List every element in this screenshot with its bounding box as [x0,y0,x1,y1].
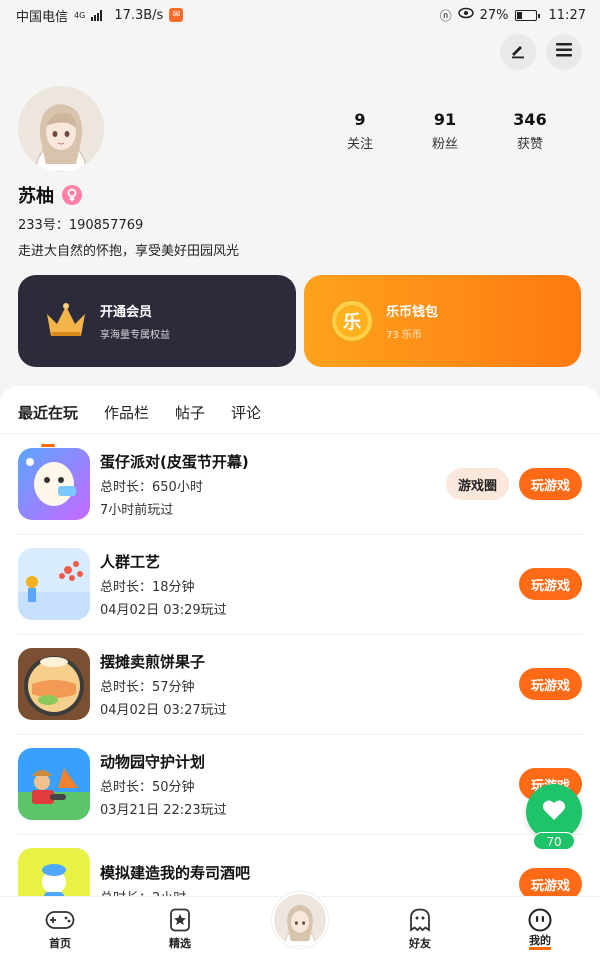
edit-button[interactable] [500,34,536,70]
game-title: 动物园守护计划 [100,752,206,771]
nav-label: 我的 [529,934,551,951]
vip-title: 开通会员 [100,305,153,320]
nav-label: 精选 [169,936,191,950]
nav-label: 首页 [49,936,71,950]
nav-home[interactable]: 首页 [0,897,120,960]
profile-uid: 233号：190857769 [18,218,144,233]
star-bookmark-icon [169,907,191,933]
stat-number: 91 [433,110,457,129]
game-row[interactable]: 人群工艺 总时长：18分钟 04月02日 03:29玩过 玩游戏 [0,534,600,634]
game-duration: 总时长：18分钟 [100,579,195,595]
wallet-title: 乐币钱包 [386,305,439,320]
signal-icon [91,9,103,21]
vip-subtitle: 享海量专属权益 [100,330,170,341]
nav-mine[interactable]: 我的 [480,897,600,960]
game-title: 摆摊卖煎饼果子 [100,652,206,671]
profile-avatar[interactable] [18,86,104,172]
gamepad-icon [45,907,75,933]
carrier: 中国电信 [16,9,69,25]
play-game-button[interactable]: 玩游戏 [518,468,582,500]
vip-card[interactable]: 开通会员 享海量专属权益 [18,275,296,367]
tab-recently-played[interactable]: 最近在玩 [18,402,78,433]
play-game-button[interactable]: 玩游戏 [518,668,582,700]
notification-app-icon: ✉ [169,8,184,22]
profile-bio: 走进大自然的怀抱，享受美好田园风光 [18,244,240,259]
stat-label: 粉丝 [431,137,458,152]
heart-icon [542,799,566,825]
play-game-button[interactable]: 玩游戏 [518,568,582,600]
game-duration: 总时长：50分钟 [100,779,195,795]
battery-icon [514,9,540,21]
game-last-played: 03月21日 22:23玩过 [100,802,227,818]
game-last-played: 04月02日 03:27玩过 [100,702,227,718]
wallet-balance: 73 乐币 [386,330,422,341]
gender-female-icon [62,185,82,205]
network-type: 4G [74,10,86,20]
game-last-played: 7小时前玩过 [100,502,174,518]
stat-label: 获赞 [516,137,543,152]
game-title: 蛋仔派对(皮蛋节开幕) [100,452,249,471]
header-actions [500,34,582,70]
stat-label: 关注 [346,137,373,152]
profile-name: 苏柚 [18,186,54,207]
clock: 11:27 [548,7,586,23]
stat-number: 9 [354,110,366,129]
ghost-icon [409,907,431,933]
crown-icon [42,297,90,345]
profile-name-row: 苏柚 [18,182,82,208]
eye-icon [457,7,474,23]
nfc-icon: ⓝ [439,8,452,23]
nav-friends[interactable]: 好友 [360,897,480,960]
game-icon-sushi-bar[interactable] [18,848,90,896]
wallet-card[interactable]: 乐 乐币钱包 73 乐币 [304,275,581,367]
edit-icon [509,41,527,63]
tab-works[interactable]: 作品栏 [104,402,149,433]
status-bar: 中国电信 4G 17.3B/s ✉ ⓝ 27% 11:27 [0,0,600,30]
game-row[interactable]: 蛋仔派对(皮蛋节开幕) 总时长：650小时 7小时前玩过 游戏圈 玩游戏 [0,434,600,534]
coin-glyph: 乐 [343,312,361,333]
face-icon [528,907,552,933]
content-panel: 最近在玩 作品栏 帖子 评论 蛋仔派对(皮蛋节开幕) 总时长：650小时 7小时… [0,386,600,896]
net-speed: 17.3B/s [114,7,164,23]
game-circle-button[interactable]: 游戏圈 [445,468,509,500]
profile-stats: 9 关注 91 粉丝 346 获赞 [320,110,570,152]
stat-number: 346 [513,110,547,129]
game-icon-eggy-party[interactable] [18,448,90,520]
floating-heart-count: 70 [533,832,575,850]
coin-icon: 乐 [328,297,376,345]
game-icon-pancake-stall[interactable] [18,648,90,720]
menu-icon [555,42,573,62]
game-icon-crowd-craft[interactable] [18,548,90,620]
battery-percent: 27% [479,7,509,23]
game-list: 蛋仔派对(皮蛋节开幕) 总时长：650小时 7小时前玩过 游戏圈 玩游戏 人群工… [0,434,600,896]
stat-following[interactable]: 9 关注 [320,110,400,152]
nav-avatar[interactable] [272,892,328,948]
play-game-button[interactable]: 玩游戏 [518,868,582,896]
menu-button[interactable] [546,34,582,70]
profile-tabs: 最近在玩 作品栏 帖子 评论 [0,386,600,434]
tab-posts[interactable]: 帖子 [175,402,205,433]
game-title: 人群工艺 [100,552,161,571]
stat-followers[interactable]: 91 粉丝 [405,110,485,152]
game-duration: 总时长：650小时 [100,479,203,495]
game-row[interactable]: 摆摊卖煎饼果子 总时长：57分钟 04月02日 03:27玩过 玩游戏 [0,634,600,734]
game-row[interactable]: 动物园守护计划 总时长：50分钟 03月21日 22:23玩过 玩游戏 [0,734,600,834]
game-duration: 总时长：2小时 [100,887,250,896]
nav-label: 好友 [409,936,431,950]
game-last-played: 04月02日 03:29玩过 [100,602,227,618]
game-row[interactable]: 模拟建造我的寿司酒吧 总时长：2小时 玩游戏 [0,834,600,896]
nav-featured[interactable]: 精选 [120,897,240,960]
tab-comments[interactable]: 评论 [231,402,261,433]
game-title: 模拟建造我的寿司酒吧 [100,864,251,882]
game-duration: 总时长：57分钟 [100,679,195,695]
stat-likes[interactable]: 346 获赞 [490,110,570,152]
game-icon-zoo-guard[interactable] [18,748,90,820]
